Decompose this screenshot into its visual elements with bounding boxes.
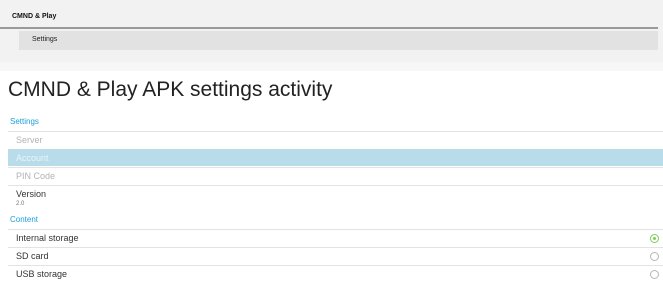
content-sd-card-label: SD card <box>16 251 49 261</box>
breadcrumb-settings[interactable]: Settings <box>19 31 658 50</box>
breadcrumb-divider <box>0 62 663 71</box>
radio-checked-icon[interactable] <box>650 234 659 243</box>
radio-unchecked-icon[interactable] <box>650 252 659 261</box>
content-internal-storage[interactable]: Internal storage <box>8 229 663 246</box>
breadcrumb-app-label: CMND & Play <box>12 13 57 20</box>
breadcrumb-app[interactable]: CMND & Play <box>0 8 658 29</box>
content-internal-storage-label: Internal storage <box>16 233 79 243</box>
setting-version-label: Version <box>16 189 47 199</box>
radio-unchecked-icon[interactable] <box>650 270 659 279</box>
setting-server: Server <box>8 131 663 148</box>
setting-server-label: Server <box>16 135 43 145</box>
section-header-settings: Settings <box>10 117 39 126</box>
setting-account-label: Account <box>16 153 49 163</box>
setting-version[interactable]: Version 2.0 <box>8 185 663 211</box>
content-usb-storage-label: USB storage <box>16 269 68 279</box>
content-usb-storage[interactable]: USB storage <box>8 265 663 282</box>
setting-pin-code-label: PIN Code <box>16 171 56 181</box>
setting-version-value: 2.0 <box>16 201 25 207</box>
page-title: CMND & Play APK settings activity <box>8 78 333 101</box>
setting-account[interactable]: Account <box>8 149 663 166</box>
setting-pin-code: PIN Code <box>8 167 663 184</box>
section-header-content: Content <box>10 215 39 224</box>
breadcrumb-settings-label: Settings <box>32 36 58 43</box>
content-sd-card[interactable]: SD card <box>8 247 663 264</box>
